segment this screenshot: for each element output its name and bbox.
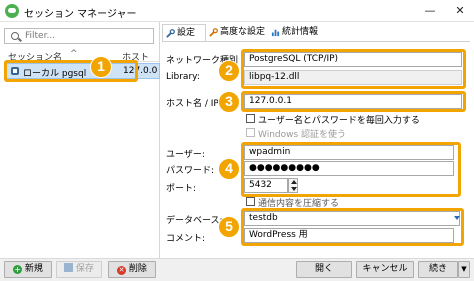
title-bar: セッション マネージャー — ✕ [0, 0, 474, 22]
delete-button[interactable]: ✕ 削除 [108, 261, 156, 278]
callout-badge-4: 4 [218, 158, 240, 180]
sort-ascending-icon: ^ [70, 49, 78, 59]
minimize-button[interactable]: — [418, 0, 442, 22]
wrench-icon [166, 29, 175, 38]
prompt-credentials-label: ユーザー名とパスワードを毎回入力する [258, 116, 420, 126]
prompt-credentials-checkbox[interactable] [246, 114, 255, 123]
cancel-button[interactable]: キャンセル [356, 261, 414, 278]
new-button[interactable]: + 新規 [4, 261, 52, 278]
user-label: ユーザー: [166, 150, 205, 160]
windows-auth-checkbox[interactable] [246, 128, 255, 137]
library-label: Library: [166, 72, 200, 82]
new-button-label: 新規 [24, 264, 43, 274]
more-button[interactable]: 続き [418, 261, 458, 278]
filter-input[interactable]: Filter... [4, 28, 154, 44]
open-button[interactable]: 開く [296, 261, 352, 278]
chevron-down-icon: ▼ [461, 265, 467, 273]
tab-advanced[interactable]: 高度な設定 [206, 24, 266, 42]
save-button-label: 保存 [75, 264, 94, 274]
callout-badge-2: 2 [218, 60, 240, 82]
highlight-box-1 [4, 60, 138, 82]
app-icon [5, 4, 19, 18]
delete-icon: ✕ [117, 266, 127, 275]
highlight-box-2 [241, 49, 466, 89]
save-icon [64, 263, 74, 272]
database-label: データベース: [166, 216, 223, 226]
callout-badge-5: 5 [218, 216, 240, 238]
search-icon [11, 32, 19, 40]
cancel-button-label: キャンセル [362, 264, 408, 274]
tab-statistics-label: 統計情報 [282, 27, 319, 37]
comment-label: コメント: [166, 234, 206, 244]
window-title: セッション マネージャー [24, 9, 137, 20]
windows-auth-label: Windows 認証を使う [258, 130, 347, 140]
callout-badge-1: 1 [90, 56, 112, 78]
plus-icon: + [13, 265, 23, 274]
tab-advanced-label: 高度な設定 [220, 27, 266, 37]
close-button[interactable]: ✕ [448, 0, 472, 22]
callout-badge-3: 3 [218, 91, 240, 113]
wrench-icon [209, 28, 218, 37]
password-label: パスワード: [166, 166, 215, 176]
filter-placeholder: Filter... [25, 31, 56, 41]
save-button[interactable]: 保存 [56, 261, 102, 278]
port-label: ポート: [166, 184, 197, 194]
tab-statistics[interactable]: 統計情報 [268, 24, 324, 42]
highlight-box-5 [241, 208, 464, 246]
delete-button-label: 削除 [128, 264, 147, 274]
bar-chart-icon [271, 29, 280, 37]
tab-divider [162, 41, 470, 42]
compress-checkbox[interactable] [246, 197, 255, 206]
tab-settings[interactable]: 設定 [162, 24, 206, 42]
highlight-box-4 [241, 142, 461, 197]
more-button-label: 続き [428, 264, 447, 274]
host-label: ホスト名 / IP: [166, 99, 222, 109]
tab-settings-label: 設定 [177, 28, 196, 38]
highlight-box-3 [241, 91, 466, 112]
more-dropdown-button[interactable]: ▼ [458, 261, 470, 278]
open-button-label: 開く [314, 264, 333, 274]
